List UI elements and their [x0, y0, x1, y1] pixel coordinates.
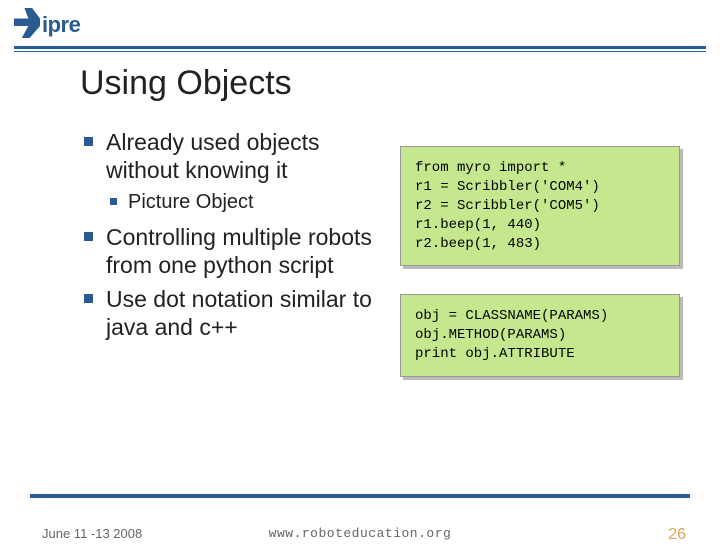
logo: ipre: [14, 8, 80, 38]
code-example-2: obj = CLASSNAME(PARAMS) obj.METHOD(PARAM…: [400, 294, 680, 377]
code-example-1: from myro import * r1 = Scribbler('COM4'…: [400, 146, 680, 266]
logo-icon: [14, 8, 40, 38]
bullet-item: Controlling multiple robots from one pyt…: [84, 223, 376, 279]
page-number: 26: [668, 526, 686, 544]
divider-bottom: [30, 494, 690, 498]
bullet-item: Use dot notation similar to java and c++: [84, 285, 376, 341]
bullet-item: Already used objects without knowing it: [84, 128, 376, 184]
bullet-subitem: Picture Object: [84, 190, 376, 215]
bullet-column: Already used objects without knowing it …: [84, 128, 376, 405]
footer-url: www.roboteducation.org: [0, 526, 720, 541]
code-column: from myro import * r1 = Scribbler('COM4'…: [400, 128, 680, 405]
content-area: Already used objects without knowing it …: [84, 128, 680, 405]
logo-text: ipre: [42, 12, 80, 38]
slide-title: Using Objects: [80, 64, 292, 103]
divider-top: [14, 46, 706, 49]
